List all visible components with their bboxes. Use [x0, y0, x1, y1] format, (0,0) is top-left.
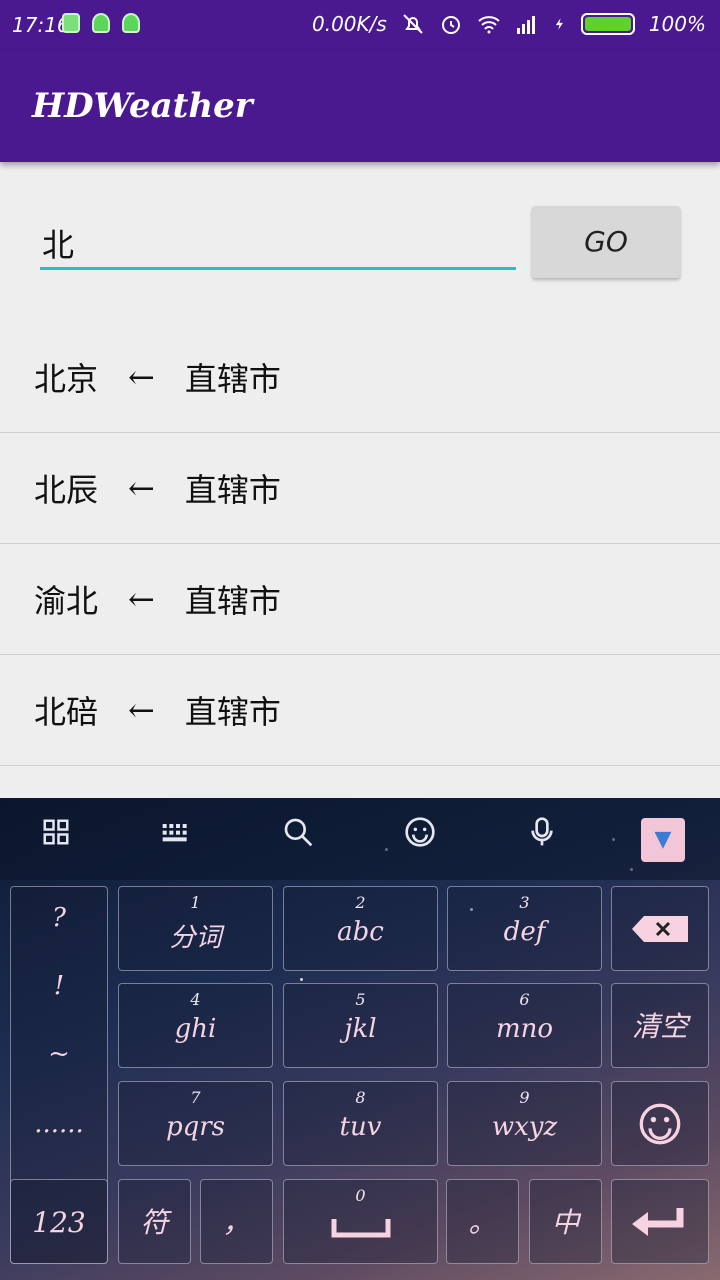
- key-number: 4: [190, 990, 201, 1009]
- app-bar: HDWeather: [0, 50, 720, 162]
- city-name: 北辰: [34, 471, 99, 509]
- soft-keyboard: ▼ ? ! ~ ...... 1 分词 2 abc 3 def 4 ghi 5 jkl 6…: [0, 798, 720, 1280]
- arrow-icon: ←: [128, 580, 155, 618]
- arrow-icon: ←: [128, 469, 155, 507]
- search-icon[interactable]: [276, 816, 320, 860]
- period-key[interactable]: 。: [446, 1179, 519, 1264]
- battery-icon: [580, 13, 635, 35]
- region-name: 直辖市: [184, 582, 281, 620]
- list-item[interactable]: 北碚 ← 直辖市: [0, 655, 720, 766]
- space-key[interactable]: 0: [283, 1179, 438, 1264]
- key-label: def: [503, 917, 546, 947]
- key-number: 0: [355, 1186, 366, 1205]
- mute-bell-icon: [403, 14, 423, 34]
- key-number: 5: [355, 990, 366, 1009]
- key-4[interactable]: 4 ghi: [118, 983, 273, 1068]
- question-key[interactable]: ?: [11, 903, 107, 933]
- region-name: 直辖市: [184, 360, 281, 398]
- wifi-icon: [478, 16, 500, 34]
- key-label: 分词: [169, 923, 222, 953]
- emoji-key[interactable]: [611, 1081, 709, 1166]
- key-label: ghi: [174, 1014, 217, 1044]
- key-9[interactable]: 9 wxyz: [447, 1081, 602, 1166]
- key-number: 2: [355, 893, 366, 912]
- notification-icons: [62, 13, 140, 33]
- android-icon: [122, 13, 140, 33]
- arrow-icon: ←: [128, 691, 155, 729]
- key-number: 3: [519, 893, 530, 912]
- keyboard-toolbar: ▼: [0, 798, 720, 880]
- hide-keyboard-icon[interactable]: ▼: [641, 818, 685, 862]
- key-2[interactable]: 2 abc: [283, 886, 438, 971]
- key-label: mno: [495, 1014, 554, 1044]
- emoji-icon[interactable]: [398, 816, 442, 860]
- symbols-key[interactable]: 符: [118, 1179, 191, 1264]
- backspace-icon: [632, 916, 688, 942]
- network-speed: 0.00K/s: [312, 12, 387, 36]
- smiley-icon: [639, 1103, 681, 1145]
- city-search-input[interactable]: 北: [40, 206, 516, 270]
- alarm-icon: [441, 16, 460, 34]
- key-7[interactable]: 7 pqrs: [118, 1081, 273, 1166]
- app-title: HDWeather: [32, 86, 253, 126]
- city-name: 北碚: [34, 693, 99, 731]
- key-label: jkl: [344, 1014, 377, 1044]
- charging-icon: [555, 18, 563, 30]
- grid-menu-icon[interactable]: [34, 816, 78, 860]
- region-name: 直辖市: [184, 693, 281, 731]
- enter-key[interactable]: [611, 1179, 709, 1264]
- android-icon: [92, 13, 110, 33]
- key-label: pqrs: [165, 1112, 226, 1142]
- keyboard-layout-icon[interactable]: [154, 816, 198, 860]
- key-3[interactable]: 3 def: [447, 886, 602, 971]
- signal-icon: [516, 16, 535, 34]
- numbers-key[interactable]: 123: [10, 1179, 108, 1264]
- backspace-key[interactable]: [611, 886, 709, 971]
- key-number: 1: [190, 893, 201, 912]
- list-item[interactable]: 渝北 ← 直辖市: [0, 544, 720, 655]
- battery-percent: 100%: [648, 12, 706, 36]
- app-notification-icon: [62, 13, 80, 33]
- space-bar-icon: [331, 1219, 390, 1238]
- key-8[interactable]: 8 tuv: [283, 1081, 438, 1166]
- language-key[interactable]: 中: [529, 1179, 602, 1264]
- star-decoration: [300, 978, 303, 981]
- key-label: wxyz: [491, 1112, 558, 1142]
- microphone-icon[interactable]: [520, 816, 564, 860]
- key-6[interactable]: 6 mno: [447, 983, 602, 1068]
- arrow-icon: ←: [128, 358, 155, 396]
- key-label: abc: [337, 917, 384, 947]
- enter-icon: [632, 1208, 684, 1236]
- key-number: 7: [190, 1088, 201, 1107]
- key-number: 9: [519, 1088, 530, 1107]
- status-bar: 17:16 0.00K/s 100%: [0, 0, 720, 50]
- status-time: 17:16: [12, 13, 70, 37]
- list-item[interactable]: 北京 ← 直辖市: [0, 322, 720, 433]
- key-5[interactable]: 5 jkl: [283, 983, 438, 1068]
- list-item[interactable]: 北辰 ← 直辖市: [0, 433, 720, 544]
- ellipsis-key[interactable]: ......: [11, 1109, 107, 1139]
- key-number: 6: [519, 990, 530, 1009]
- city-name: 渝北: [34, 582, 99, 620]
- result-list: 北京 ← 直辖市 北辰 ← 直辖市 渝北 ← 直辖市 北碚 ← 直辖市: [0, 322, 720, 766]
- go-button[interactable]: GO: [532, 206, 680, 278]
- key-label: tuv: [339, 1112, 382, 1142]
- city-name: 北京: [34, 360, 99, 398]
- clear-key[interactable]: 清空: [611, 983, 709, 1068]
- key-1[interactable]: 1 分词: [118, 886, 273, 971]
- key-number: 8: [355, 1088, 366, 1107]
- exclamation-key[interactable]: !: [11, 971, 107, 1001]
- comma-key[interactable]: ，: [200, 1179, 273, 1264]
- tilde-key[interactable]: ~: [11, 1039, 107, 1069]
- region-name: 直辖市: [184, 471, 281, 509]
